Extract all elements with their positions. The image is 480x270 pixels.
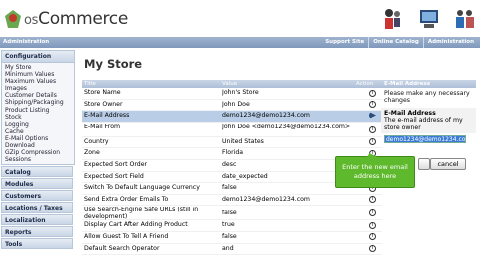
sidebar-item-gzip[interactable]: GZip Compression [5,149,71,156]
online-catalog-link[interactable]: Online Catalog [368,37,423,48]
sidebar-item-logging[interactable]: Logging [5,121,71,128]
table-row[interactable]: Send Extra Order Emails To demo1234@demo1… [82,195,382,207]
administration-link[interactable]: Administration [422,37,478,48]
sidebar-cat-tools[interactable]: Tools [1,238,73,250]
configuration-box: Configuration My Store Minimum Values Ma… [1,50,75,166]
sidebar-item-shipping[interactable]: Shipping/Packaging [5,99,71,106]
sidebar-item-my-store[interactable]: My Store [5,64,71,71]
edit-panel-field-box: E-Mail Address The e-mail address of my … [381,108,476,133]
page-title: My Store [84,57,143,71]
table-row[interactable]: E-Mail From John Doe <demo1234@demo1234.c… [82,123,382,137]
info-icon[interactable]: i [369,89,376,97]
header-action: Action [356,81,374,87]
table-row[interactable]: Store Name John's Store i [82,88,382,100]
header-value: Value [222,81,238,87]
table-row[interactable]: Default Search Operator and i [82,244,382,256]
sidebar-cat-customers[interactable]: Customers [1,190,73,202]
team-icon[interactable] [454,5,476,31]
edit-panel-intro: Please make any necessary changes [384,90,470,104]
oscommerce-logo-icon [5,10,21,28]
info-icon[interactable]: i [369,138,376,146]
table-row-selected[interactable]: E-Mail Address demo1234@demo1234.com [82,111,382,123]
edit-field-title: E-Mail Address [384,110,436,117]
info-icon[interactable]: i [369,125,376,133]
sidebar-cat-modules[interactable]: Modules [1,178,73,190]
edit-field-desc: The e-mail address of my store owner [384,117,463,131]
sidebar-item-sessions[interactable]: Sessions [5,156,71,163]
header: osCommerce [0,0,480,37]
info-icon[interactable]: i [369,233,376,241]
info-icon[interactable]: i [369,221,376,229]
cancel-button[interactable]: cancel [430,158,466,170]
header-title: Title [84,81,96,87]
top-nav-bar: Administration Support Site Online Catal… [0,37,480,48]
table-row[interactable]: Display Cart After Adding Product true i [82,220,382,232]
top-nav-links: Support Site Online Catalog Administrati… [321,37,478,48]
info-icon[interactable]: i [369,245,376,253]
sidebar-item-cache[interactable]: Cache [5,128,71,135]
configuration-list: My Store Minimum Values Maximum Values I… [2,63,74,164]
sidebar-item-product-listing[interactable]: Product Listing [5,107,71,114]
info-icon[interactable]: i [369,196,376,204]
computer-icon[interactable] [418,5,440,31]
arrow-right-icon [369,112,376,120]
sidebar-cat-reports[interactable]: Reports [1,226,73,238]
table-header: Title Value Action [82,80,382,88]
configuration-heading[interactable]: Configuration [2,51,74,63]
sidebar-item-customer-details[interactable]: Customer Details [5,92,71,99]
email-input[interactable]: demo1234@demo1234.com [384,135,471,143]
info-icon[interactable]: i [369,209,376,217]
admin-label: Administration [3,39,50,45]
sidebar-item-maximum-values[interactable]: Maximum Values [5,78,71,85]
sidebar-cat-locations-taxes[interactable]: Locations / Taxes [1,202,73,214]
sidebar-cat-localization[interactable]: Localization [1,214,73,226]
edit-panel-heading: E-Mail Address [381,80,476,88]
main-content: My Store Title Value Action Store Name Jo… [82,50,478,256]
table-row[interactable]: Store Owner John Doe i [82,100,382,112]
sidebar-item-download[interactable]: Download [5,142,71,149]
sidebar: Configuration My Store Minimum Values Ma… [0,50,76,270]
sidebar-item-email-options[interactable]: E-Mail Options [5,135,71,142]
table-row[interactable]: Use Search-Engine Safe URLs (still in de… [82,206,382,221]
save-button[interactable] [418,158,430,170]
support-site-link[interactable]: Support Site [321,37,368,48]
info-icon[interactable]: i [369,101,376,109]
logo-text: osCommerce [24,9,129,29]
people-icon[interactable] [382,5,404,31]
sidebar-item-images[interactable]: Images [5,85,71,92]
table-row[interactable]: Allow Guest To Tell A Friend false i [82,232,382,244]
sidebar-cat-catalog[interactable]: Catalog [1,166,73,178]
sidebar-item-stock[interactable]: Stock [5,114,71,121]
header-icons [382,5,476,31]
table-row[interactable]: Country United States i [82,137,382,149]
instruction-tooltip: Enter the new email address here [335,156,415,188]
sidebar-item-minimum-values[interactable]: Minimum Values [5,71,71,78]
